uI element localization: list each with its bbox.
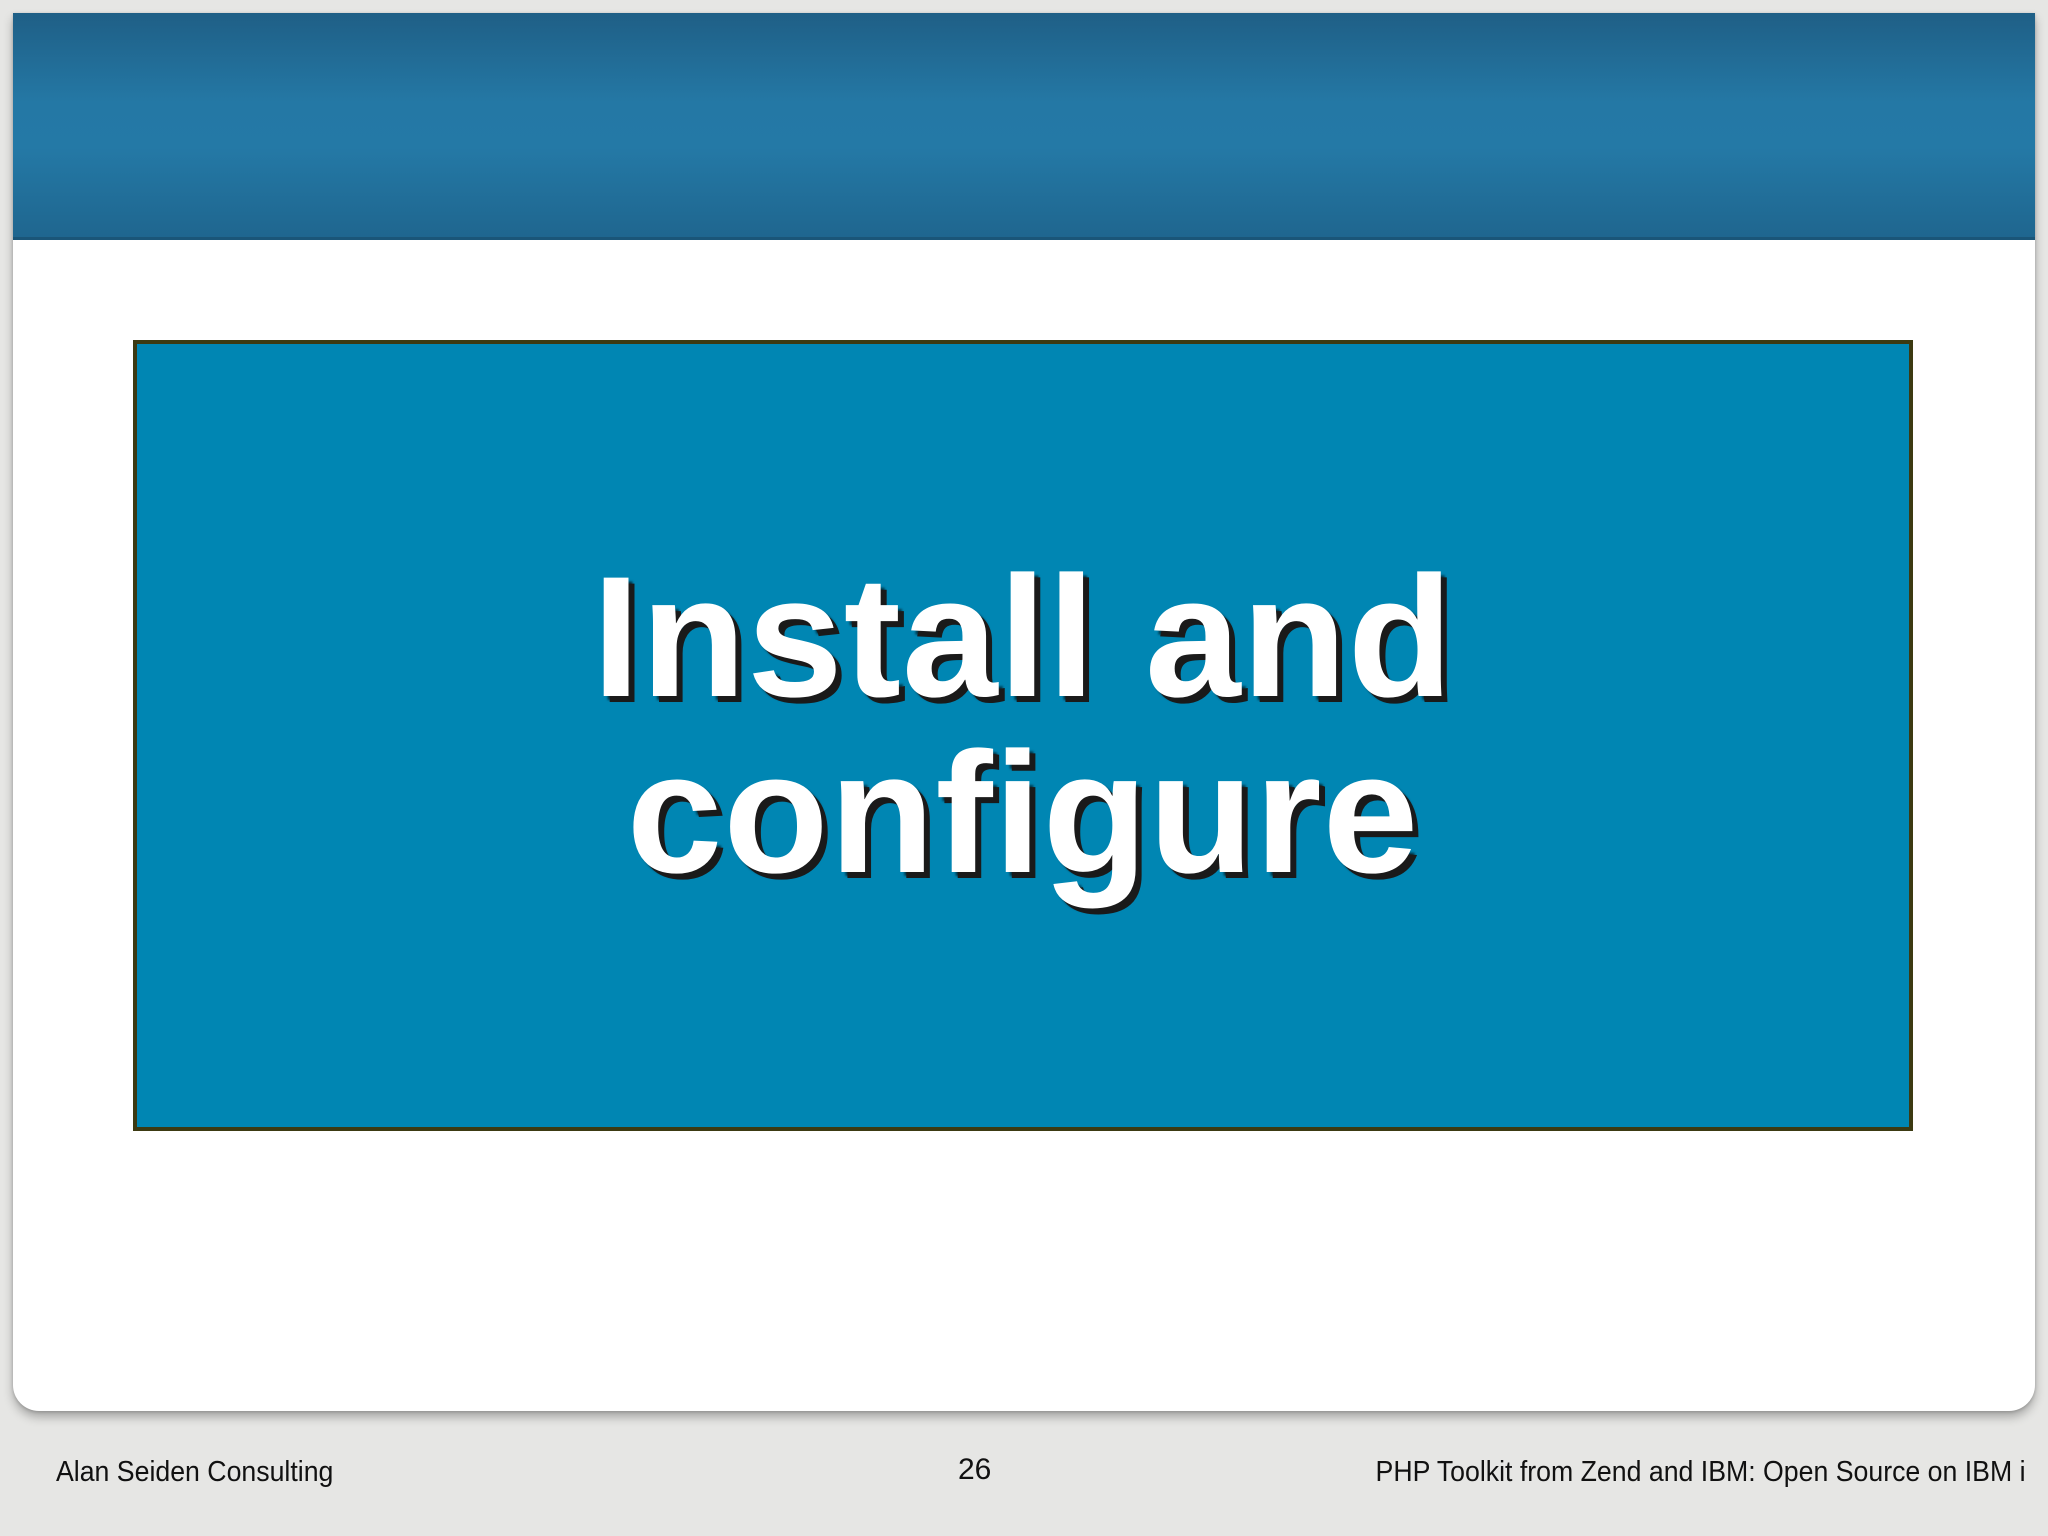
footer-page-number: 26 (958, 1453, 992, 1486)
footer-presentation-title: PHP Toolkit from Zend and IBM: Open Sour… (1375, 1456, 2026, 1488)
slide-title-line-1: Install and (592, 540, 1454, 733)
slide-title: Install and configure (592, 549, 1454, 901)
slide-title-line-2: configure (626, 716, 1420, 909)
title-box: Install and configure (133, 340, 1913, 1131)
footer-author: Alan Seiden Consulting (56, 1456, 334, 1488)
slide-card: Install and configure (13, 13, 2035, 1411)
header-band (13, 13, 2035, 240)
